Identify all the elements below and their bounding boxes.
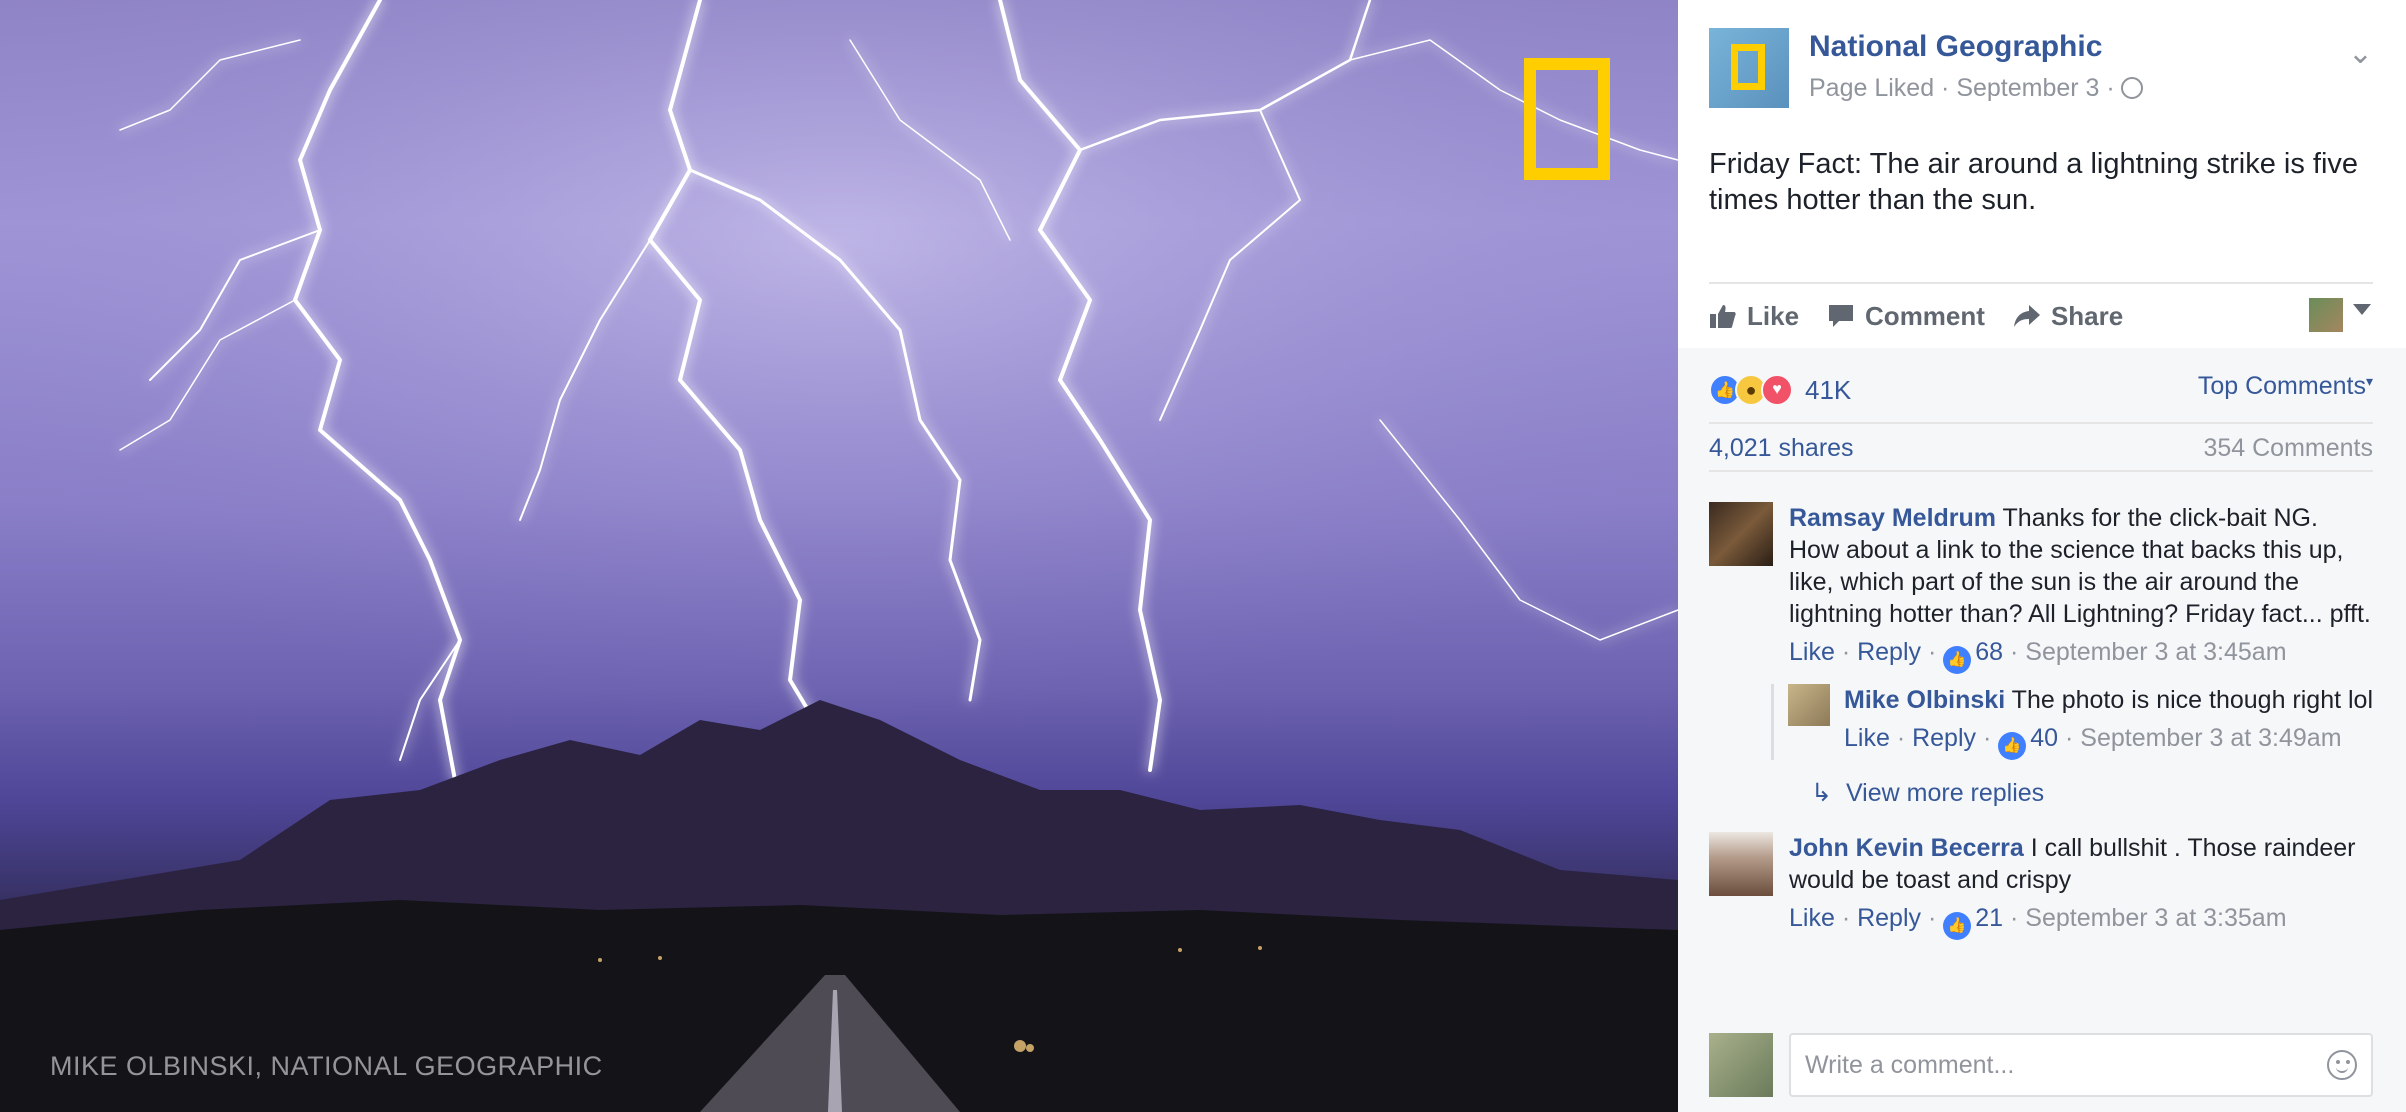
comment-label: Comment: [1865, 300, 1985, 331]
view-more-replies-link[interactable]: ↳ View more replies: [1811, 778, 2373, 808]
comment-like-link[interactable]: Like: [1789, 638, 1835, 666]
comment-reply: Mike Olbinski The photo is nice though r…: [1771, 684, 2373, 760]
shares-row: 4,021 shares 354 Comments: [1709, 422, 2373, 472]
comment-button[interactable]: Comment: [1827, 301, 1985, 332]
comment-author[interactable]: John Kevin Becerra: [1789, 834, 2024, 862]
comment: John Kevin Becerra I call bullshit . Tho…: [1709, 832, 2373, 940]
reply-like-link[interactable]: Like: [1844, 724, 1890, 752]
post-as-avatar[interactable]: [2309, 298, 2343, 332]
globe-icon: [2120, 77, 2143, 99]
reply-meta: Like · Reply · 👍 40 · September 3 at 3:49…: [1844, 722, 2373, 760]
share-label: Share: [2050, 300, 2124, 331]
comment-author[interactable]: Ramsay Meldrum: [1789, 504, 1996, 532]
comment-time[interactable]: September 3 at 3:45am: [2025, 638, 2286, 666]
comment-like-count[interactable]: 68: [1975, 638, 2003, 666]
comment-time[interactable]: September 3 at 3:35am: [2025, 904, 2286, 932]
reply-time[interactable]: September 3 at 3:49am: [2080, 724, 2341, 752]
view-more-label: View more replies: [1845, 779, 2045, 807]
avatar[interactable]: [1709, 1033, 1773, 1097]
comment-reply-link[interactable]: Reply: [1857, 904, 1921, 932]
avatar[interactable]: [1709, 502, 1773, 566]
comment-like-count[interactable]: 21: [1975, 904, 2003, 932]
post-photo[interactable]: MIKE OLBINSKI, NATIONAL GEOGRAPHIC: [0, 0, 1678, 1112]
comment-input[interactable]: [1789, 1033, 2373, 1097]
page-name-link[interactable]: National Geographic: [1809, 30, 2102, 64]
share-arrow-icon: [2013, 305, 2040, 327]
like-button[interactable]: Like: [1709, 301, 1799, 332]
thumbs-up-icon: [1710, 305, 1736, 328]
reply-text: The photo is nice though right lol: [2011, 686, 2373, 714]
emoji-icon[interactable]: [2327, 1050, 2357, 1080]
reply-reply-link[interactable]: Reply: [1912, 724, 1976, 752]
caret-down-icon: ▾: [2365, 373, 2373, 389]
like-count-icon: 👍: [1943, 912, 1972, 940]
comment-composer: [1709, 1032, 2373, 1098]
photo-credit: MIKE OLBINSKI, NATIONAL GEOGRAPHIC: [50, 1051, 603, 1081]
comment-body: John Kevin Becerra I call bullshit . Tho…: [1789, 832, 2373, 940]
comment-meta: Like · Reply · 👍 68 · September 3 at 3:45…: [1789, 636, 2373, 674]
lightning-photo-graphic: [0, 0, 1678, 1112]
top-comments-label: Top Comments: [2197, 372, 2366, 400]
page-avatar[interactable]: [1709, 28, 1789, 108]
post-side-panel: National Geographic Page Liked · Septemb…: [1678, 0, 2406, 1112]
comment: Ramsay Meldrum Thanks for the click-bait…: [1709, 502, 2373, 808]
comment-meta: Like · Reply · 👍 21 · September 3 at 3:35…: [1789, 902, 2373, 940]
comment-reply-link[interactable]: Reply: [1857, 638, 1921, 666]
share-button[interactable]: Share: [2013, 301, 2123, 332]
action-bar: Like Comment Share: [1709, 282, 2373, 348]
reply-arrow-icon: ↳: [1811, 779, 1832, 807]
avatar[interactable]: [1788, 684, 1830, 726]
top-comments-dropdown[interactable]: Top Comments▾: [2198, 372, 2373, 401]
caret-down-icon[interactable]: [2353, 304, 2371, 315]
post-header: National Geographic Page Liked · Septemb…: [1709, 28, 2379, 108]
avatar[interactable]: [1709, 832, 1773, 896]
shares-link[interactable]: 4,021 shares: [1709, 434, 1854, 463]
post-meta: Page Liked · September 3 ·: [1809, 74, 2143, 103]
reply-body: Mike Olbinski The photo is nice though r…: [1844, 684, 2373, 760]
comments-list: Ramsay Meldrum Thanks for the click-bait…: [1709, 502, 2373, 972]
post-meta-text: Page Liked · September 3 ·: [1809, 74, 2115, 102]
comments-count[interactable]: 354 Comments: [2203, 434, 2373, 463]
chevron-down-icon[interactable]: ⌄: [2348, 36, 2373, 71]
reply-author[interactable]: Mike Olbinski: [1844, 686, 2005, 714]
like-label: Like: [1747, 300, 1800, 331]
comment-body: Ramsay Meldrum Thanks for the click-bait…: [1789, 502, 2373, 674]
feedback-section: 👍 ● ♥ 41K Top Comments▾ 4,021 shares 354…: [1678, 348, 2406, 1112]
comment-icon: [1829, 305, 1854, 327]
reactions-row[interactable]: 👍 ● ♥ 41K Top Comments▾: [1709, 366, 2373, 414]
post-text: Friday Fact: The air around a lightning …: [1709, 148, 2359, 216]
comment-like-link[interactable]: Like: [1789, 904, 1835, 932]
like-count-icon: 👍: [1943, 646, 1972, 674]
reactions-count[interactable]: 41K: [1805, 375, 1851, 406]
reply-like-count[interactable]: 40: [2030, 724, 2058, 752]
love-reaction-icon: ♥: [1761, 374, 1793, 406]
like-count-icon: 👍: [1998, 732, 2027, 760]
